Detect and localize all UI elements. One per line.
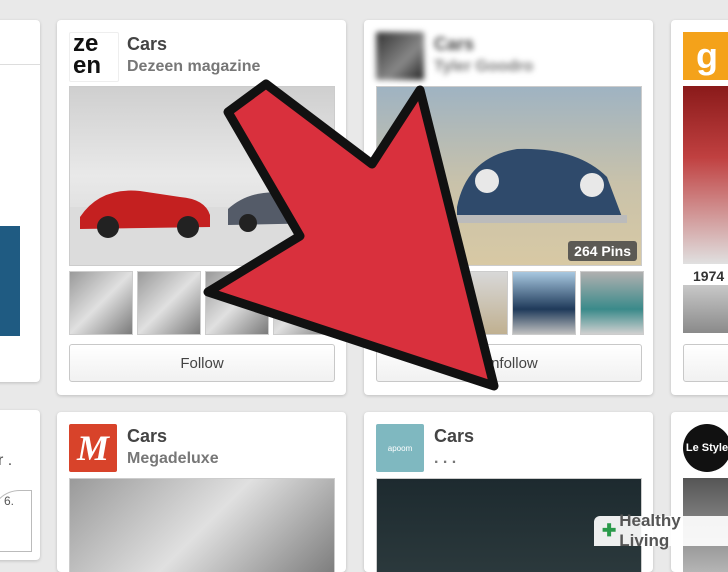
right-follow-button-fragment[interactable] [683, 344, 728, 382]
board-title[interactable]: Cars [127, 426, 167, 447]
board-card-megadeluxe[interactable]: M Cars Megadeluxe [57, 412, 346, 572]
board-cover-image[interactable] [69, 478, 335, 572]
le-style-text: Le Style [685, 442, 728, 454]
board-cover-image[interactable]: 264 Pins [376, 86, 642, 266]
board-title[interactable]: Cars [434, 34, 474, 55]
partial-board-divider [0, 64, 40, 65]
unfollow-button[interactable]: Unfollow [376, 344, 642, 382]
right-partial-card: g 1974 [671, 20, 728, 395]
red-cover-fragment [683, 86, 728, 264]
dezeen-logo[interactable]: ze en [69, 32, 119, 82]
pins-count-badge: 264 Pins [568, 241, 637, 261]
board-title[interactable]: Cars [434, 426, 474, 447]
watermark-label: Healthy Living [619, 511, 681, 550]
thumbnail-3[interactable] [512, 271, 576, 335]
partial-sketch [0, 490, 32, 552]
board-title[interactable]: Cars [127, 34, 167, 55]
thumbnail-4[interactable] [273, 271, 337, 335]
apoom-logo[interactable]: apoom [376, 424, 424, 472]
healthy-living-watermark: ✚ Healthy Living [594, 511, 728, 550]
red-jaguar-image [70, 190, 334, 265]
follow-button[interactable]: Follow [69, 344, 335, 382]
thumbnail-4[interactable] [580, 271, 644, 335]
thumbnail-2[interactable] [444, 271, 508, 335]
g-logo: g [683, 32, 728, 80]
board-card-tyler[interactable]: Cars Tyler Goodro 264 Pins Unfollow [364, 20, 653, 395]
right-thumb-fragment [683, 285, 728, 333]
blue-cover-fragment [0, 226, 20, 336]
porsche-image [457, 148, 627, 223]
board-owner[interactable]: Megadeluxe [127, 450, 219, 468]
thumbnail-1[interactable] [69, 271, 133, 335]
user-avatar[interactable] [376, 32, 424, 80]
board-card-apoom[interactable]: apoom Cars . . . [364, 412, 653, 572]
year-text: 1974 [693, 268, 725, 284]
board-owner[interactable]: Dezeen magazine [127, 58, 260, 76]
g-logo-letter: g [696, 35, 718, 76]
partial-text: r . [0, 452, 13, 469]
left-partial-card [0, 20, 40, 382]
thumbnail-1[interactable] [376, 271, 440, 335]
apoom-logo-text: apoom [387, 443, 413, 453]
logo-text-line2: en [73, 52, 102, 79]
board-card-dezeen[interactable]: ze en Cars Dezeen magazine Follow [57, 20, 346, 395]
thumbnail-2[interactable] [137, 271, 201, 335]
megadeluxe-logo[interactable]: M [69, 424, 117, 472]
le-style-logo: Le Style [683, 424, 728, 472]
megadeluxe-logo-letter: M [76, 428, 109, 468]
board-cover-image[interactable] [69, 86, 335, 266]
plus-icon: ✚ [602, 521, 617, 540]
board-owner[interactable]: . . . [434, 450, 456, 468]
board-owner[interactable]: Tyler Goodro [434, 58, 533, 76]
thumbnail-3[interactable] [205, 271, 269, 335]
left-partial-card-2: r . 6. [0, 410, 40, 560]
